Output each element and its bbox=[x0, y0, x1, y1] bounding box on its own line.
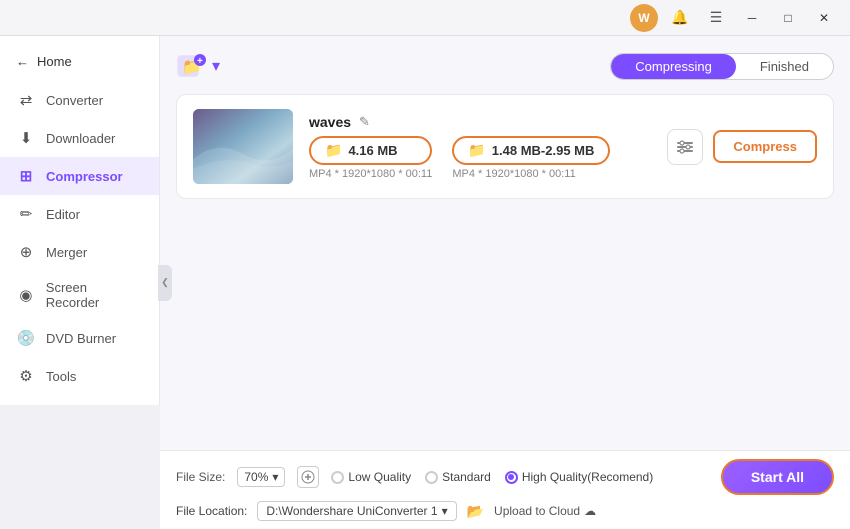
radio-circle-high bbox=[505, 471, 518, 484]
high-quality-label: High Quality(Recomend) bbox=[522, 470, 653, 484]
low-quality-label: Low Quality bbox=[348, 470, 411, 484]
upload-cloud-label: Upload to Cloud bbox=[494, 504, 580, 518]
close-button[interactable]: ✕ bbox=[810, 4, 838, 32]
content-area: 📁 + ▾ Compressing Finished bbox=[160, 36, 850, 450]
radio-standard[interactable]: Standard bbox=[425, 470, 491, 484]
file-size-value: 70% bbox=[244, 470, 268, 484]
content-header: 📁 + ▾ Compressing Finished bbox=[176, 52, 834, 80]
compress-btn-area: Compress bbox=[667, 129, 817, 165]
sidebar-home[interactable]: ← Home bbox=[0, 46, 159, 81]
downloader-icon: ⬇ bbox=[16, 128, 36, 148]
screen-recorder-icon: ◉ bbox=[16, 285, 36, 305]
sidebar-item-label-tools: Tools bbox=[46, 369, 76, 384]
radio-inner-high bbox=[508, 474, 514, 480]
browse-folder-button[interactable]: 📂 bbox=[467, 503, 484, 520]
edit-filename-icon[interactable]: ✎ bbox=[359, 114, 370, 130]
compressed-meta-text: MP4 * 1920*1080 * 00:11 bbox=[452, 168, 575, 180]
dvd-burner-icon: 💿 bbox=[16, 328, 36, 348]
file-info: waves ✎ 📁 4.16 MB MP4 * 1920*1080 * 00:1… bbox=[309, 114, 651, 180]
original-meta: MP4 * 1920*1080 * 00:11 bbox=[309, 168, 432, 180]
file-card: waves ✎ 📁 4.16 MB MP4 * 1920*1080 * 00:1… bbox=[176, 94, 834, 199]
compressed-folder-icon: 📁 bbox=[468, 142, 485, 159]
file-size-select[interactable]: 70% ▾ bbox=[237, 467, 285, 487]
converter-icon: ⇄ bbox=[16, 90, 36, 110]
sidebar-item-screen-recorder[interactable]: ◉ Screen Recorder bbox=[0, 271, 159, 319]
sidebar-collapse-handle[interactable]: ❮ bbox=[158, 265, 172, 301]
original-size-box: 📁 4.16 MB bbox=[309, 136, 432, 165]
sidebar-panel: ← Home ⇄ Converter ⬇ Downloader ⊞ Compre… bbox=[0, 36, 160, 405]
file-thumbnail bbox=[193, 109, 293, 184]
sidebar-item-label-converter: Converter bbox=[46, 93, 103, 108]
sidebar-item-converter[interactable]: ⇄ Converter bbox=[0, 81, 159, 119]
sidebar-item-editor[interactable]: ✏ Editor bbox=[0, 195, 159, 233]
notification-button[interactable]: 🔔 bbox=[666, 4, 694, 32]
tab-group: Compressing Finished bbox=[610, 53, 834, 80]
sidebar-item-label-screen-recorder: Screen Recorder bbox=[46, 280, 143, 310]
location-dropdown-icon: ▾ bbox=[442, 504, 448, 518]
compressed-size-value: 1.48 MB-2.95 MB bbox=[492, 143, 595, 158]
content-spacer bbox=[176, 199, 834, 434]
size-row: 📁 4.16 MB MP4 * 1920*1080 * 00:11 📁 bbox=[309, 136, 651, 180]
sidebar-item-label-dvd-burner: DVD Burner bbox=[46, 331, 116, 346]
tools-icon: ⚙ bbox=[16, 366, 36, 386]
sidebar-item-dvd-burner[interactable]: 💿 DVD Burner bbox=[0, 319, 159, 357]
file-name-row: waves ✎ bbox=[309, 114, 651, 130]
radio-circle-standard bbox=[425, 471, 438, 484]
original-size-value: 4.16 MB bbox=[348, 143, 397, 158]
sidebar-item-label-compressor: Compressor bbox=[46, 169, 123, 184]
sidebar-item-merger[interactable]: ⊕ Merger bbox=[0, 233, 159, 271]
cloud-icon: ☁ bbox=[584, 504, 596, 518]
folder-icon: 📁 bbox=[325, 142, 342, 159]
tab-compressing[interactable]: Compressing bbox=[611, 54, 736, 79]
compressed-meta: MP4 * 1920*1080 * 00:11 bbox=[452, 168, 610, 180]
file-size-label: File Size: bbox=[176, 470, 225, 484]
start-all-button[interactable]: Start All bbox=[721, 459, 834, 495]
back-arrow-icon: ← bbox=[16, 54, 29, 69]
sidebar: ← Home ⇄ Converter ⬇ Downloader ⊞ Compre… bbox=[0, 36, 160, 529]
sidebar-item-label-downloader: Downloader bbox=[46, 131, 115, 146]
upload-cloud-button[interactable]: Upload to Cloud ☁ bbox=[494, 504, 596, 518]
compress-button[interactable]: Compress bbox=[713, 130, 817, 163]
compressor-icon: ⊞ bbox=[16, 166, 36, 186]
location-path[interactable]: D:\Wondershare UniConverter 1 ▾ bbox=[257, 501, 456, 521]
editor-icon: ✏ bbox=[16, 204, 36, 224]
radio-high-quality[interactable]: High Quality(Recomend) bbox=[505, 470, 653, 484]
dropdown-arrow-icon: ▾ bbox=[272, 470, 278, 484]
add-file-button[interactable]: 📁 + ▾ bbox=[176, 52, 220, 80]
home-label: Home bbox=[37, 54, 72, 69]
quality-adjust-button[interactable] bbox=[297, 466, 319, 488]
sidebar-item-downloader[interactable]: ⬇ Downloader bbox=[0, 119, 159, 157]
titlebar: W 🔔 ☰ ─ □ ✕ bbox=[0, 0, 850, 36]
sidebar-item-label-editor: Editor bbox=[46, 207, 80, 222]
radio-circle-low bbox=[331, 471, 344, 484]
bottom-bar: File Size: 70% ▾ Low Quality bbox=[160, 450, 850, 529]
sidebar-item-compressor[interactable]: ⊞ Compressor bbox=[0, 157, 159, 195]
standard-label: Standard bbox=[442, 470, 491, 484]
location-path-value: D:\Wondershare UniConverter 1 bbox=[266, 504, 437, 518]
file-location-label: File Location: bbox=[176, 504, 247, 518]
compressed-size-box: 📁 1.48 MB-2.95 MB bbox=[452, 136, 610, 165]
radio-low-quality[interactable]: Low Quality bbox=[331, 470, 411, 484]
settings-icon-button[interactable] bbox=[667, 129, 703, 165]
sidebar-item-tools[interactable]: ⚙ Tools bbox=[0, 357, 159, 395]
menu-button[interactable]: ☰ bbox=[702, 4, 730, 32]
location-row: File Location: D:\Wondershare UniConvert… bbox=[176, 501, 834, 521]
sidebar-item-label-merger: Merger bbox=[46, 245, 87, 260]
main-layout: ← Home ⇄ Converter ⬇ Downloader ⊞ Compre… bbox=[0, 36, 850, 529]
merger-icon: ⊕ bbox=[16, 242, 36, 262]
file-name: waves bbox=[309, 114, 351, 130]
user-avatar: W bbox=[630, 4, 658, 32]
bottom-row-quality: File Size: 70% ▾ Low Quality bbox=[176, 459, 834, 495]
svg-text:+: + bbox=[197, 56, 203, 67]
maximize-button[interactable]: □ bbox=[774, 4, 802, 32]
tab-finished[interactable]: Finished bbox=[736, 54, 833, 79]
minimize-button[interactable]: ─ bbox=[738, 4, 766, 32]
original-meta-text: MP4 * 1920*1080 * 00:11 bbox=[309, 168, 432, 180]
quality-radio-group: Low Quality Standard High Quality(Recome… bbox=[331, 470, 653, 484]
